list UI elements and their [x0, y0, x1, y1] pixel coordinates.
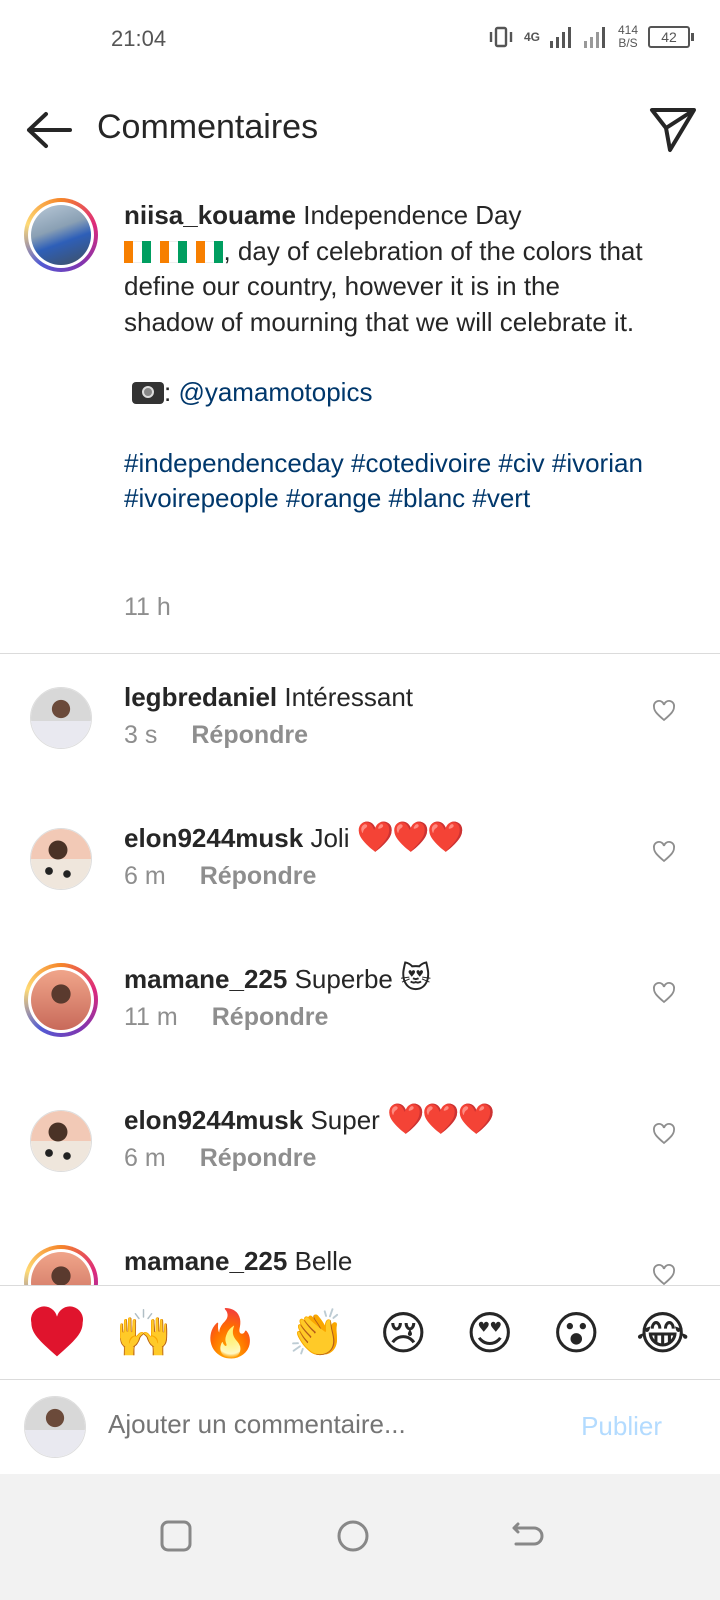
- caption-line: Independence Day: [303, 200, 522, 230]
- system-nav-bar: [0, 1474, 720, 1600]
- speed-unit: B/S: [618, 36, 638, 50]
- comment-username[interactable]: elon9244musk: [124, 823, 303, 853]
- comment-text: mamane_225 Superbe 😻: [124, 961, 431, 997]
- surprised-emoji-button[interactable]: 😮: [546, 1303, 606, 1363]
- fire-emoji-button[interactable]: 🔥: [200, 1303, 260, 1363]
- comment-username[interactable]: legbredaniel: [124, 682, 277, 712]
- battery-indicator: 42: [648, 26, 694, 48]
- like-heart-icon[interactable]: [652, 1122, 676, 1146]
- avatar[interactable]: [24, 198, 98, 272]
- comment-text: elon9244musk Super ❤️❤️❤️: [124, 1102, 495, 1138]
- comment-item: elon9244musk Joli ❤️❤️❤️ 6 m Répondre: [0, 820, 720, 961]
- status-time: 21:04: [111, 26, 167, 51]
- heart-eyes-emoji-button[interactable]: 😍: [460, 1303, 520, 1363]
- status-bar: 21:04 4G 414 B/S 42: [0, 0, 720, 80]
- avatar[interactable]: [30, 1110, 92, 1172]
- flag-ci-icon: [124, 240, 151, 263]
- post-caption: niisa_kouame Independence Day , day of c…: [0, 198, 720, 654]
- like-heart-icon[interactable]: [652, 840, 676, 864]
- header: Commentaires: [0, 90, 720, 170]
- signal-icon: [549, 27, 571, 48]
- reply-button[interactable]: Répondre: [191, 721, 308, 750]
- heart-icon: [31, 1305, 84, 1356]
- caption-username[interactable]: niisa_kouame: [124, 200, 296, 230]
- comment-composer: Publier: [0, 1381, 720, 1473]
- laughing-emoji-button[interactable]: 😂: [633, 1303, 693, 1363]
- publish-button[interactable]: Publier: [581, 1411, 662, 1442]
- comment-time: 3 s: [124, 721, 158, 749]
- avatar[interactable]: [24, 1245, 98, 1285]
- like-heart-icon[interactable]: [652, 699, 676, 723]
- comment-meta: 6 m Répondre: [124, 862, 316, 891]
- raised-hands-emoji-button[interactable]: 🙌: [114, 1303, 174, 1363]
- comment-time: 6 m: [124, 1144, 166, 1172]
- comment-item: mamane_225 Belle: [0, 1243, 720, 1285]
- comment-body: Super: [310, 1105, 380, 1135]
- comment-emoji: 😻: [400, 962, 432, 995]
- comment-meta: 11 m Répondre: [124, 1003, 328, 1032]
- photo-credit-prefix: :: [164, 377, 179, 407]
- reply-button[interactable]: Répondre: [212, 1003, 329, 1032]
- status-icons: 4G 414 B/S 42: [488, 24, 694, 50]
- clapping-emoji-button[interactable]: 👏: [287, 1303, 347, 1363]
- comment-emoji: ❤️❤️❤️: [356, 821, 465, 854]
- flag-ci-icon: [196, 240, 224, 263]
- comment-time: 11 m: [124, 1003, 178, 1031]
- comment-item: mamane_225 Superbe 😻 11 m Répondre: [0, 961, 720, 1102]
- back-icon[interactable]: [506, 1514, 550, 1558]
- caption-time: 11 h: [124, 593, 171, 621]
- flag-ci-icon: [160, 240, 188, 263]
- home-icon[interactable]: [331, 1514, 375, 1558]
- comment-body: Intéressant: [284, 682, 414, 712]
- comment-username[interactable]: mamane_225: [124, 1246, 287, 1276]
- page-title: Commentaires: [97, 108, 319, 146]
- vibrate-icon: [489, 26, 513, 48]
- comment-input[interactable]: [108, 1409, 548, 1440]
- comment-text: mamane_225 Belle: [124, 1243, 352, 1279]
- comment-body: Belle: [294, 1246, 353, 1276]
- network-speed: 414 B/S: [618, 24, 638, 50]
- mention-link[interactable]: @yamamotopics: [178, 377, 372, 407]
- like-heart-icon[interactable]: [652, 981, 676, 1005]
- comment-text: legbredaniel Intéressant: [124, 679, 413, 715]
- back-arrow-icon[interactable]: [24, 108, 74, 152]
- comment-time: 6 m: [124, 862, 166, 890]
- recent-apps-icon[interactable]: [154, 1514, 198, 1558]
- reply-button[interactable]: Répondre: [200, 1144, 317, 1173]
- camera-icon: [132, 382, 164, 404]
- comment-meta: 6 m Répondre: [124, 1144, 316, 1173]
- heart-emoji-button[interactable]: [27, 1303, 87, 1363]
- caption-text: niisa_kouame Independence Day , day of c…: [124, 198, 644, 517]
- comment-text: elon9244musk Joli ❤️❤️❤️: [124, 820, 465, 856]
- comment-item: elon9244musk Super ❤️❤️❤️ 6 m Répondre: [0, 1102, 720, 1243]
- avatar[interactable]: [30, 828, 92, 890]
- network-type: 4G: [523, 30, 540, 44]
- comment-item: legbredaniel Intéressant 3 s Répondre: [0, 679, 720, 820]
- avatar: [24, 1396, 86, 1458]
- crying-emoji-button[interactable]: 😢: [373, 1303, 433, 1363]
- send-icon[interactable]: [648, 104, 698, 154]
- like-heart-icon[interactable]: [652, 1263, 676, 1285]
- signal-icon-2: [583, 27, 605, 48]
- comment-username[interactable]: mamane_225: [124, 964, 287, 994]
- comment-body: Joli: [310, 823, 350, 853]
- avatar[interactable]: [30, 687, 92, 749]
- hashtags[interactable]: #independenceday #cotedivoire #civ #ivor…: [124, 448, 643, 514]
- avatar[interactable]: [24, 963, 98, 1037]
- comment-body: Superbe: [294, 964, 393, 994]
- emoji-reaction-bar: 🙌 🔥 👏 😢 😍 😮 😂: [0, 1285, 720, 1380]
- comment-meta: 3 s Répondre: [124, 721, 308, 750]
- comment-username[interactable]: elon9244musk: [124, 1105, 303, 1135]
- comment-emoji: ❤️❤️❤️: [387, 1103, 495, 1136]
- reply-button[interactable]: Répondre: [200, 862, 317, 891]
